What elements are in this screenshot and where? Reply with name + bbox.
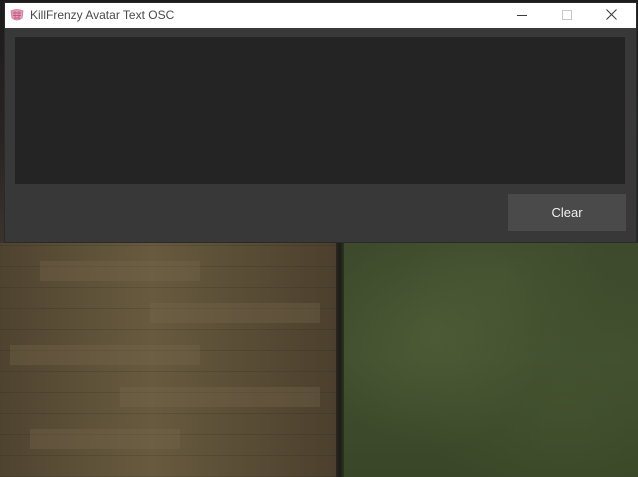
close-icon (606, 7, 617, 25)
background-grass-floor (344, 243, 638, 477)
minimize-button[interactable] (499, 3, 544, 28)
window-content: Clear (5, 28, 636, 242)
close-button[interactable] (589, 3, 634, 28)
app-logo-icon (9, 8, 25, 22)
background-floor-seam (336, 243, 344, 477)
background-wood-floor (0, 243, 338, 477)
app-window: KillFrenzy Avatar Text OSC Clear (5, 3, 636, 242)
minimize-icon (516, 7, 527, 25)
window-title: KillFrenzy Avatar Text OSC (30, 8, 175, 22)
clear-button[interactable]: Clear (508, 194, 626, 231)
maximize-button[interactable] (544, 3, 589, 28)
maximize-icon (561, 7, 572, 25)
title-bar[interactable]: KillFrenzy Avatar Text OSC (5, 3, 636, 28)
message-text-input[interactable] (15, 37, 625, 184)
